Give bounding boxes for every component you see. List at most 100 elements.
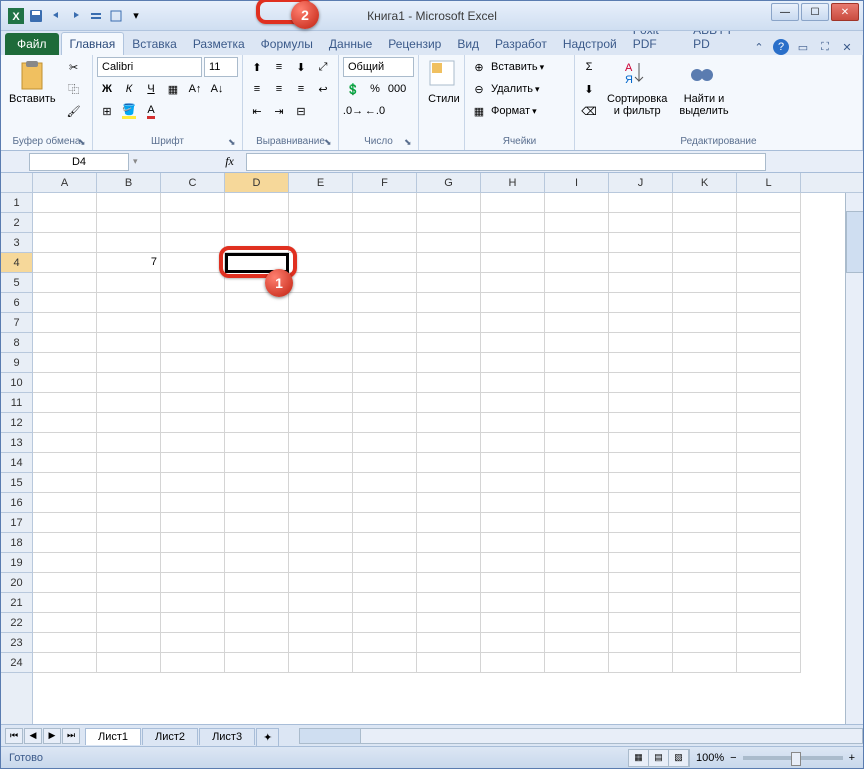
shrink-font-icon[interactable]: A↓: [207, 79, 227, 99]
cell-A12[interactable]: [33, 413, 97, 433]
namebox-dropdown-icon[interactable]: ▾: [133, 156, 138, 167]
paste-button[interactable]: Вставить: [5, 57, 60, 107]
window-opt2-icon[interactable]: ⛶: [817, 39, 833, 55]
align-right-icon[interactable]: ≡: [291, 79, 311, 99]
row-header-12[interactable]: 12: [1, 413, 32, 433]
cell-E14[interactable]: [289, 453, 353, 473]
row-header-23[interactable]: 23: [1, 633, 32, 653]
cell-A18[interactable]: [33, 533, 97, 553]
cell-L6[interactable]: [737, 293, 801, 313]
cell-A7[interactable]: [33, 313, 97, 333]
cell-A11[interactable]: [33, 393, 97, 413]
dialog-launcher-icon[interactable]: ⬊: [78, 137, 90, 149]
zoom-in-button[interactable]: +: [849, 752, 855, 764]
cell-H15[interactable]: [481, 473, 545, 493]
align-top-icon[interactable]: ⬆: [247, 57, 267, 77]
cell-L18[interactable]: [737, 533, 801, 553]
minimize-ribbon-icon[interactable]: ⌃: [751, 39, 767, 55]
cell-K3[interactable]: [673, 233, 737, 253]
cell-H13[interactable]: [481, 433, 545, 453]
cell-A2[interactable]: [33, 213, 97, 233]
cell-K7[interactable]: [673, 313, 737, 333]
cell-I20[interactable]: [545, 573, 609, 593]
cell-L24[interactable]: [737, 653, 801, 673]
cell-E4[interactable]: [289, 253, 353, 273]
cell-J24[interactable]: [609, 653, 673, 673]
cell-G15[interactable]: [417, 473, 481, 493]
cell-F11[interactable]: [353, 393, 417, 413]
cell-D19[interactable]: [225, 553, 289, 573]
dialog-launcher-icon[interactable]: ⬊: [324, 137, 336, 149]
cell-G8[interactable]: [417, 333, 481, 353]
cell-K19[interactable]: [673, 553, 737, 573]
cell-H10[interactable]: [481, 373, 545, 393]
cell-E2[interactable]: [289, 213, 353, 233]
row-header-4[interactable]: 4: [1, 253, 32, 273]
cell-H22[interactable]: [481, 613, 545, 633]
cell-B22[interactable]: [97, 613, 161, 633]
cell-K1[interactable]: [673, 193, 737, 213]
dialog-launcher-icon[interactable]: ⬊: [228, 137, 240, 149]
cell-B21[interactable]: [97, 593, 161, 613]
cell-G18[interactable]: [417, 533, 481, 553]
maximize-button[interactable]: ☐: [801, 3, 829, 21]
cell-D18[interactable]: [225, 533, 289, 553]
wrap-icon[interactable]: ↩: [313, 79, 333, 99]
styles-button[interactable]: Стили: [423, 57, 465, 107]
cell-J23[interactable]: [609, 633, 673, 653]
cell-I1[interactable]: [545, 193, 609, 213]
cell-F23[interactable]: [353, 633, 417, 653]
col-header-K[interactable]: K: [673, 173, 737, 192]
align-bot-icon[interactable]: ⬇: [291, 57, 311, 77]
qat-icon2[interactable]: [107, 7, 125, 25]
cell-D14[interactable]: [225, 453, 289, 473]
font-name-combo[interactable]: Calibri: [97, 57, 202, 77]
cell-A19[interactable]: [33, 553, 97, 573]
new-sheet-icon[interactable]: ✦: [256, 728, 279, 746]
cell-B14[interactable]: [97, 453, 161, 473]
cell-A9[interactable]: [33, 353, 97, 373]
cell-K6[interactable]: [673, 293, 737, 313]
cell-B17[interactable]: [97, 513, 161, 533]
cell-A1[interactable]: [33, 193, 97, 213]
cell-G6[interactable]: [417, 293, 481, 313]
cell-D20[interactable]: [225, 573, 289, 593]
cell-L10[interactable]: [737, 373, 801, 393]
cell-G9[interactable]: [417, 353, 481, 373]
row-header-7[interactable]: 7: [1, 313, 32, 333]
cell-H6[interactable]: [481, 293, 545, 313]
cell-C16[interactable]: [161, 493, 225, 513]
cell-I4[interactable]: [545, 253, 609, 273]
zoom-level[interactable]: 100%: [696, 752, 724, 764]
cells-area[interactable]: 71: [33, 193, 863, 673]
cell-G7[interactable]: [417, 313, 481, 333]
row-header-22[interactable]: 22: [1, 613, 32, 633]
number-format-combo[interactable]: Общий: [343, 57, 414, 77]
cell-G12[interactable]: [417, 413, 481, 433]
cell-D4[interactable]: [225, 253, 289, 273]
row-header-18[interactable]: 18: [1, 533, 32, 553]
cell-A5[interactable]: [33, 273, 97, 293]
cell-C1[interactable]: [161, 193, 225, 213]
tab-file[interactable]: Файл: [5, 33, 59, 55]
col-header-H[interactable]: H: [481, 173, 545, 192]
cell-D21[interactable]: [225, 593, 289, 613]
cell-C13[interactable]: [161, 433, 225, 453]
cell-K24[interactable]: [673, 653, 737, 673]
cell-F3[interactable]: [353, 233, 417, 253]
cell-I22[interactable]: [545, 613, 609, 633]
cell-I6[interactable]: [545, 293, 609, 313]
cell-G17[interactable]: [417, 513, 481, 533]
cell-C2[interactable]: [161, 213, 225, 233]
cell-F22[interactable]: [353, 613, 417, 633]
cell-J17[interactable]: [609, 513, 673, 533]
cell-K12[interactable]: [673, 413, 737, 433]
cell-K21[interactable]: [673, 593, 737, 613]
save-icon[interactable]: [27, 7, 45, 25]
cell-C20[interactable]: [161, 573, 225, 593]
select-all-corner[interactable]: [1, 173, 32, 193]
cell-D13[interactable]: [225, 433, 289, 453]
col-header-A[interactable]: A: [33, 173, 97, 192]
sheet-nav-last-icon[interactable]: ⏭: [62, 728, 80, 744]
cell-G10[interactable]: [417, 373, 481, 393]
